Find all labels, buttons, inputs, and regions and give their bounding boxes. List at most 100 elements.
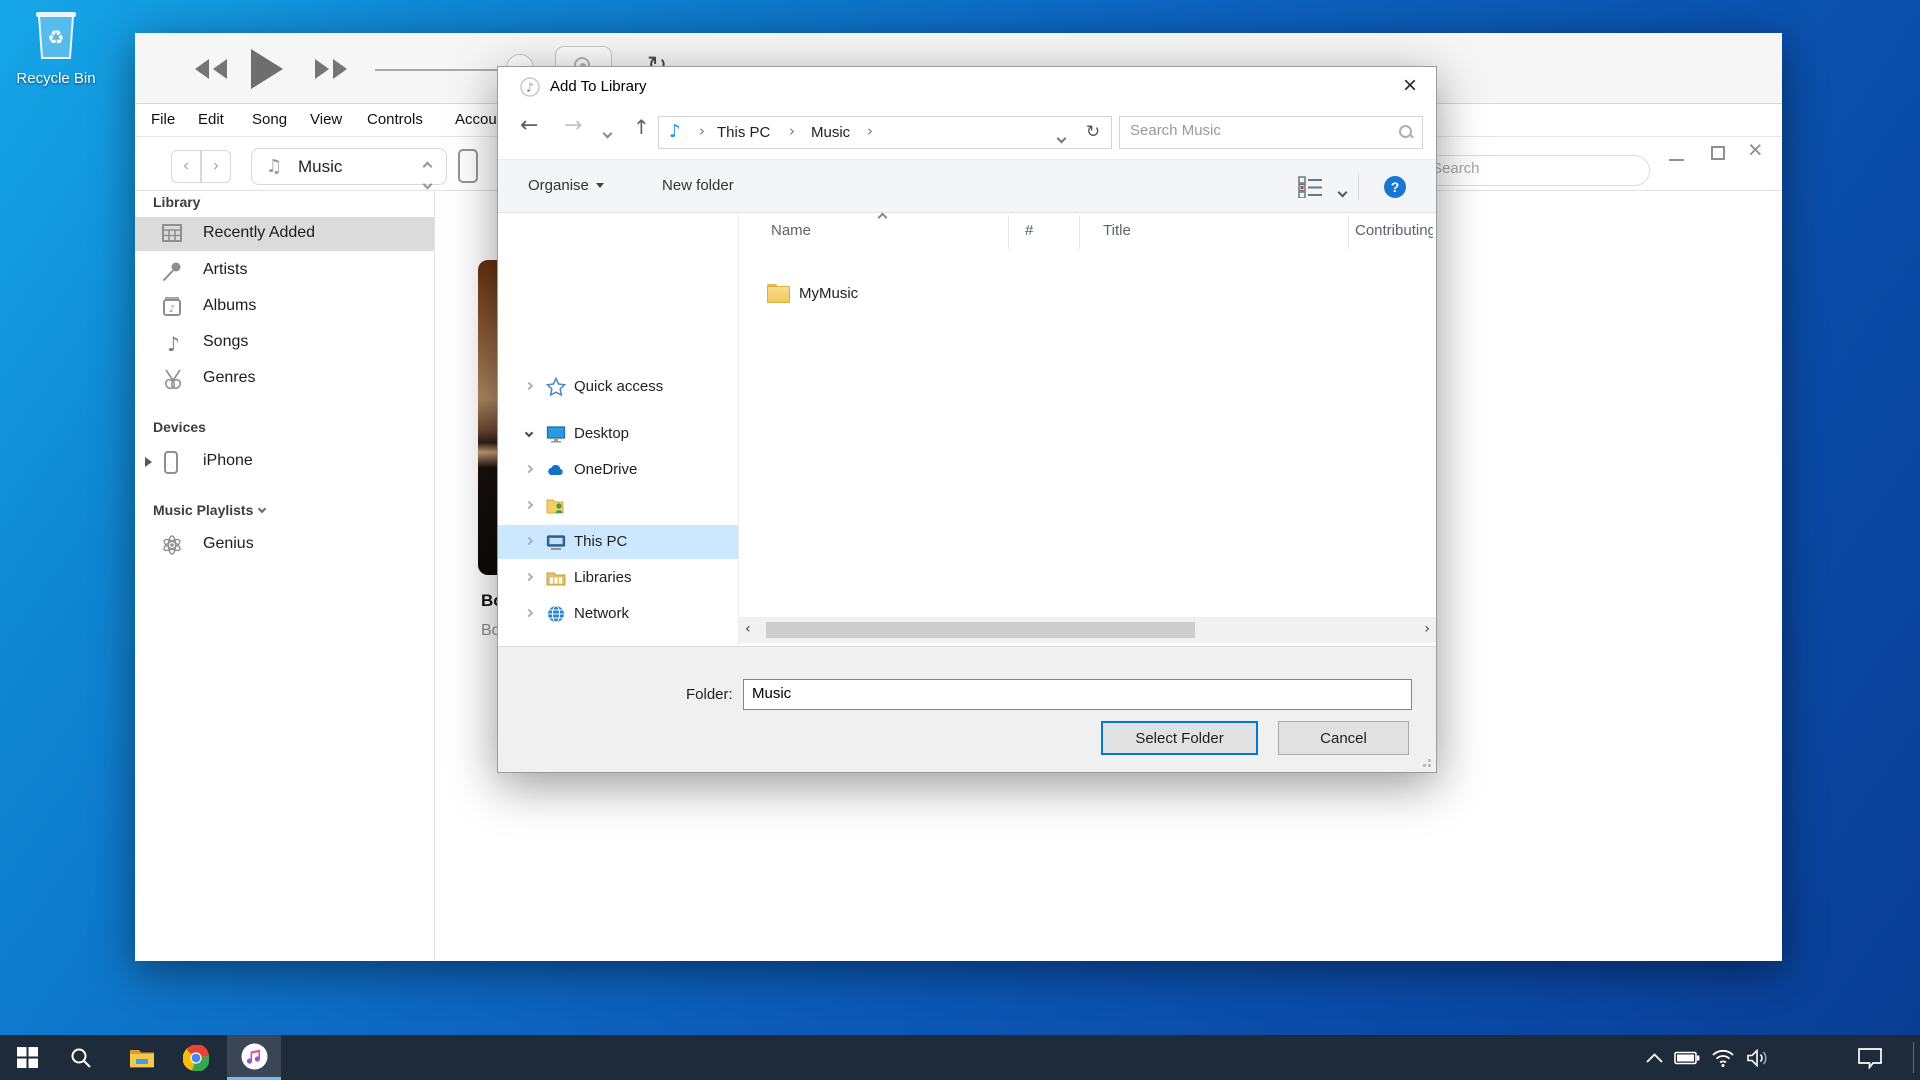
tray-action-center[interactable] bbox=[1848, 1035, 1892, 1080]
nav-history-chevron-icon[interactable] bbox=[604, 124, 611, 142]
help-button[interactable]: ? bbox=[1384, 176, 1406, 198]
onedrive-cloud-icon bbox=[546, 460, 566, 480]
chevron-down-icon bbox=[258, 505, 266, 513]
show-desktop-separator[interactable] bbox=[1913, 1042, 1914, 1073]
minimize-button[interactable] bbox=[1669, 159, 1684, 161]
sidebar-item-recently-added[interactable]: Recently Added bbox=[135, 217, 434, 251]
back-button[interactable]: ‹ bbox=[171, 150, 201, 183]
tree-item-user-folder[interactable] bbox=[498, 489, 738, 523]
start-button[interactable] bbox=[0, 1035, 54, 1080]
taskbar-search-button[interactable] bbox=[54, 1035, 108, 1080]
play-button[interactable] bbox=[247, 47, 285, 91]
menu-edit[interactable]: Edit bbox=[198, 111, 224, 128]
views-dropdown-icon[interactable] bbox=[1339, 183, 1346, 201]
file-list: Name # Title Contributing artists MyMusi… bbox=[739, 213, 1436, 646]
taskbar-chrome[interactable] bbox=[169, 1035, 223, 1080]
taskbar-itunes-active[interactable] bbox=[227, 1035, 281, 1080]
menu-file[interactable]: File bbox=[151, 111, 175, 128]
resize-grip[interactable] bbox=[1417, 753, 1431, 767]
menu-view[interactable]: View bbox=[310, 111, 342, 128]
expander-icon[interactable] bbox=[525, 609, 533, 617]
sidebar-item-songs[interactable]: ♪ Songs bbox=[135, 326, 434, 360]
tray-wifi[interactable] bbox=[1708, 1035, 1738, 1080]
sidebar-item-label: Genres bbox=[203, 369, 255, 387]
tree-item-label: Network bbox=[574, 605, 629, 622]
itunes-search-input[interactable] bbox=[1432, 160, 1632, 177]
expander-icon[interactable] bbox=[525, 429, 533, 437]
tray-show-hidden-icons[interactable] bbox=[1639, 1035, 1669, 1080]
expander-icon[interactable] bbox=[525, 573, 533, 581]
sidebar-item-label: iPhone bbox=[203, 452, 253, 470]
sidebar-item-label: Artists bbox=[203, 261, 247, 279]
devices-section-header: Devices bbox=[153, 419, 206, 435]
libraries-icon bbox=[546, 568, 566, 588]
horizontal-scrollbar[interactable]: ‹ › bbox=[739, 617, 1436, 643]
taskbar-file-explorer[interactable] bbox=[115, 1035, 169, 1080]
tray-volume[interactable] bbox=[1742, 1035, 1774, 1080]
new-folder-button[interactable]: New folder bbox=[662, 177, 734, 194]
tree-item-onedrive[interactable]: OneDrive bbox=[498, 453, 738, 487]
sidebar-item-genres[interactable]: Genres bbox=[135, 362, 434, 396]
expander-icon[interactable] bbox=[525, 501, 533, 509]
sort-ascending-icon bbox=[878, 213, 888, 223]
scrollbar-thumb[interactable] bbox=[766, 622, 1195, 638]
breadcrumb[interactable]: ♪ › This PC › Music › bbox=[658, 116, 1076, 149]
breadcrumb-this-pc[interactable]: This PC bbox=[717, 124, 770, 141]
breadcrumb-music[interactable]: Music bbox=[811, 124, 850, 141]
organise-button[interactable]: Organise bbox=[528, 177, 604, 194]
expander-icon[interactable] bbox=[525, 465, 533, 473]
expander-icon[interactable] bbox=[145, 457, 152, 467]
expander-icon[interactable] bbox=[525, 537, 533, 545]
sidebar-item-genius[interactable]: Genius bbox=[135, 528, 434, 562]
sidebar-item-label: Songs bbox=[203, 333, 248, 351]
forward-button[interactable]: › bbox=[201, 150, 231, 183]
sidebar-item-iphone[interactable]: iPhone bbox=[135, 445, 434, 479]
tray-battery[interactable] bbox=[1671, 1035, 1703, 1080]
close-button[interactable]: × bbox=[1748, 136, 1763, 165]
cancel-button[interactable]: Cancel bbox=[1278, 721, 1409, 755]
file-row-mymusic[interactable]: MyMusic bbox=[755, 279, 1055, 311]
folder-input-box[interactable] bbox=[743, 679, 1412, 710]
fast-forward-button[interactable] bbox=[313, 57, 349, 81]
tree-item-libraries[interactable]: Libraries bbox=[498, 561, 738, 595]
breadcrumb-separator-icon: › bbox=[867, 122, 873, 140]
sidebar-item-artists[interactable]: Artists bbox=[135, 254, 434, 288]
dialog-footer: Folder: Select Folder Cancel bbox=[498, 646, 1436, 772]
media-kind-picker[interactable]: ♫ Music bbox=[251, 148, 447, 185]
dialog-search-box[interactable] bbox=[1119, 116, 1423, 149]
music-note-icon: ♪ bbox=[669, 121, 681, 142]
sidebar-item-albums[interactable]: ♪ Albums bbox=[135, 290, 434, 324]
recycle-bin-shortcut[interactable]: ♻ Recycle Bin bbox=[14, 8, 98, 87]
refresh-button[interactable]: ↻ bbox=[1075, 116, 1112, 149]
playlists-section-header[interactable]: Music Playlists bbox=[153, 502, 265, 518]
itunes-sidebar: Library Recently Added Artists ♪ Albums bbox=[135, 191, 435, 961]
column-title[interactable]: Title bbox=[1103, 222, 1131, 239]
scroll-left-icon[interactable]: ‹ bbox=[745, 621, 751, 637]
rewind-button[interactable] bbox=[193, 57, 229, 81]
nav-forward-icon[interactable]: → bbox=[564, 113, 582, 138]
maximize-button[interactable] bbox=[1711, 146, 1725, 160]
folder-input[interactable] bbox=[752, 685, 1402, 702]
column-number[interactable]: # bbox=[1025, 222, 1033, 239]
itunes-icon bbox=[241, 1043, 268, 1070]
column-contributing-artists[interactable]: Contributing artists bbox=[1355, 222, 1433, 239]
tree-item-desktop[interactable]: Desktop bbox=[498, 417, 738, 451]
dialog-close-button[interactable]: × bbox=[1394, 72, 1426, 100]
select-folder-button[interactable]: Select Folder bbox=[1101, 721, 1258, 755]
this-pc-icon bbox=[546, 532, 566, 552]
dropdown-triangle-icon bbox=[596, 183, 604, 188]
menu-controls[interactable]: Controls bbox=[367, 111, 423, 128]
nav-up-icon[interactable]: ↑ bbox=[633, 115, 650, 139]
nav-back-icon[interactable]: ← bbox=[520, 113, 538, 138]
column-name[interactable]: Name bbox=[771, 222, 811, 239]
scroll-right-icon[interactable]: › bbox=[1424, 621, 1430, 637]
device-iphone-button[interactable] bbox=[455, 147, 481, 185]
address-dropdown-icon[interactable] bbox=[1058, 129, 1065, 147]
dialog-search-input[interactable] bbox=[1130, 122, 1385, 139]
menu-song[interactable]: Song bbox=[252, 111, 287, 128]
tree-item-network[interactable]: Network bbox=[498, 597, 738, 631]
tree-item-this-pc[interactable]: This PC bbox=[498, 525, 738, 559]
expander-icon[interactable] bbox=[525, 382, 533, 390]
tree-item-quick-access[interactable]: Quick access bbox=[498, 370, 738, 404]
details-view-icon[interactable] bbox=[1298, 176, 1324, 198]
